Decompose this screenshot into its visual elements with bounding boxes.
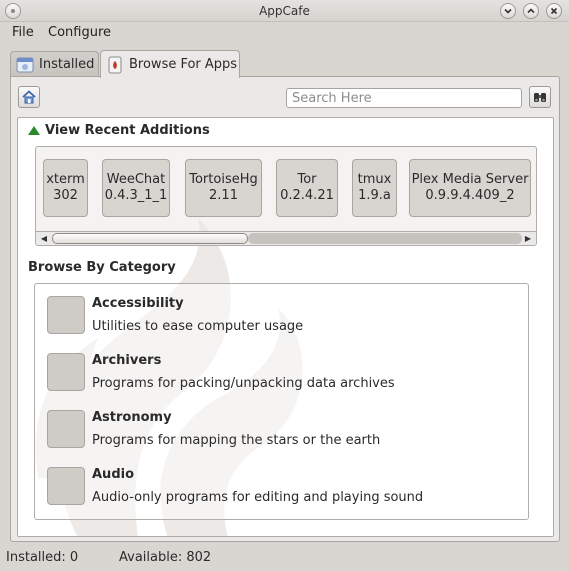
- minimize-button[interactable]: [500, 3, 516, 19]
- recent-horizontal-scrollbar[interactable]: ◀ ▶: [36, 231, 536, 245]
- category-item-astronomy[interactable]: Astronomy Programs for mapping the stars…: [47, 410, 517, 458]
- app-card-weechat[interactable]: WeeChat 0.4.3_1_1: [102, 159, 170, 217]
- available-count: Available: 802: [119, 550, 212, 565]
- recent-additions-header[interactable]: View Recent Additions: [28, 123, 210, 138]
- app-name: xterm: [46, 172, 85, 187]
- category-icon: [47, 467, 85, 505]
- tab-installed[interactable]: Installed: [10, 51, 99, 77]
- app-version: 302: [53, 188, 78, 203]
- app-name: Plex Media Server: [411, 172, 529, 187]
- category-item-accessibility[interactable]: Accessibility Utilities to ease computer…: [47, 296, 517, 344]
- app-name: tmux: [357, 172, 392, 187]
- appcafe-tab-icon: [105, 55, 125, 75]
- title-bar: AppCafe: [0, 0, 569, 22]
- scroll-right-arrow-icon[interactable]: ▶: [522, 232, 534, 244]
- installed-count: Installed: 0: [6, 550, 79, 565]
- scrollbar-thumb[interactable]: [52, 233, 248, 244]
- binoculars-icon: [534, 93, 546, 102]
- home-icon: [22, 90, 36, 104]
- content-area: View Recent Additions xterm 302 WeeChat …: [17, 117, 554, 537]
- installed-tab-icon: [15, 55, 35, 75]
- category-name: Accessibility: [92, 296, 184, 311]
- menu-file[interactable]: File: [12, 25, 34, 40]
- category-description: Utilities to ease computer usage: [92, 319, 304, 334]
- tab-browse-for-apps[interactable]: Browse For Apps: [100, 50, 240, 78]
- chevron-up-icon: [527, 8, 535, 14]
- close-button[interactable]: [546, 3, 562, 19]
- category-item-archivers[interactable]: Archivers Programs for packing/unpacking…: [47, 353, 517, 401]
- recent-additions-label: View Recent Additions: [45, 123, 210, 138]
- tab-browse-label: Browse For Apps: [129, 57, 238, 72]
- menu-bar: File Configure: [0, 22, 569, 44]
- category-name: Audio: [92, 467, 135, 482]
- app-card-tor[interactable]: Tor 0.2.4.21: [276, 159, 338, 217]
- chevron-down-icon: [504, 8, 512, 14]
- app-version: 0.9.9.4.409_2: [425, 188, 515, 203]
- category-item-audio[interactable]: Audio Audio-only programs for editing an…: [47, 467, 517, 515]
- search-button[interactable]: [529, 86, 551, 108]
- status-bar: Installed: 0 Available: 802: [0, 546, 569, 571]
- app-version: 0.4.3_1_1: [104, 188, 168, 203]
- home-button[interactable]: [18, 86, 40, 108]
- category-description: Programs for mapping the stars or the ea…: [92, 433, 381, 448]
- scrollbar-track[interactable]: [248, 233, 522, 244]
- app-card-plex-media-server[interactable]: Plex Media Server 0.9.9.4.409_2: [409, 159, 531, 217]
- tab-installed-label: Installed: [39, 57, 95, 72]
- browse-by-category-header: Browse By Category: [28, 260, 176, 275]
- category-list: Accessibility Utilities to ease computer…: [34, 283, 529, 520]
- app-card-xterm[interactable]: xterm 302: [43, 159, 88, 217]
- category-description: Programs for packing/unpacking data arch…: [92, 376, 395, 391]
- close-icon: [550, 7, 558, 15]
- app-card-tmux[interactable]: tmux 1.9.a: [352, 159, 397, 217]
- category-icon: [47, 410, 85, 448]
- app-name: Tor: [297, 172, 317, 187]
- app-version: 0.2.4.21: [280, 188, 334, 203]
- category-icon: [47, 353, 85, 391]
- app-version: 2.11: [209, 188, 238, 203]
- window-title: AppCafe: [259, 4, 310, 18]
- app-name: WeeChat: [106, 172, 166, 187]
- search-input[interactable]: [286, 88, 522, 108]
- app-name: TortoiseHg: [189, 172, 258, 187]
- browse-panel: View Recent Additions xterm 302 WeeChat …: [10, 76, 560, 542]
- menu-configure[interactable]: Configure: [48, 25, 111, 40]
- scroll-left-arrow-icon[interactable]: ◀: [38, 232, 50, 244]
- app-version: 1.9.a: [358, 188, 391, 203]
- app-card-tortoisehg[interactable]: TortoiseHg 2.11: [185, 159, 262, 217]
- triangle-up-icon: [28, 126, 40, 135]
- recent-apps-strip: xterm 302 WeeChat 0.4.3_1_1 TortoiseHg 2…: [35, 146, 537, 246]
- maximize-button[interactable]: [523, 3, 539, 19]
- category-icon: [47, 296, 85, 334]
- category-description: Audio-only programs for editing and play…: [92, 490, 424, 505]
- category-name: Astronomy: [92, 410, 172, 425]
- category-name: Archivers: [92, 353, 162, 368]
